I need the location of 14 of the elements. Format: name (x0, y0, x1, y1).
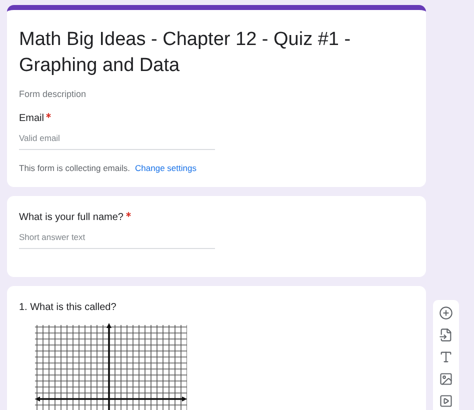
question-title: What is your full name? (19, 212, 124, 223)
collecting-note: This form is collecting emails. (19, 163, 130, 173)
answer-field[interactable]: Short answer text (19, 223, 215, 249)
import-button[interactable] (439, 328, 453, 342)
form-title: Math Big Ideas - Chapter 12 - Quiz #1 - Graphing and Data (19, 28, 352, 78)
form-description: Form description (19, 89, 88, 99)
add-button[interactable] (439, 306, 453, 320)
image-button[interactable] (439, 372, 453, 386)
question-title: 1. What is this called? (19, 302, 116, 313)
email-field[interactable]: Valid email (19, 124, 215, 150)
text-button[interactable] (439, 350, 453, 364)
video-button[interactable] (439, 394, 453, 408)
change-settings-link[interactable]: Change settings (135, 163, 196, 173)
email-label: Email (19, 113, 44, 124)
